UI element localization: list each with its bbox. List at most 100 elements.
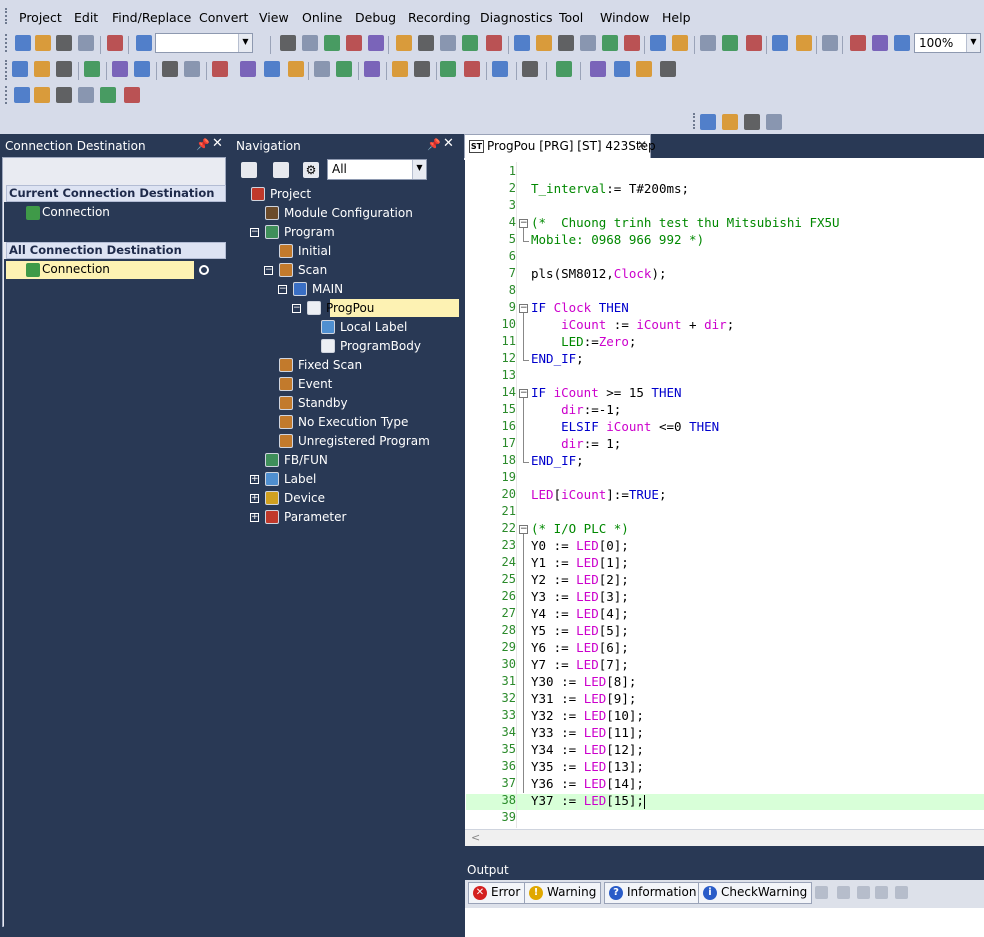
undefined-tool-12-icon[interactable] — [212, 61, 228, 77]
toolbar-grip[interactable] — [5, 86, 7, 104]
undefined-tool-5-icon[interactable] — [107, 35, 123, 51]
undefined-tool-25-icon[interactable] — [602, 35, 618, 51]
tree-item-progpou[interactable]: − ProgPou — [233, 299, 459, 317]
undefined-tool-31-icon[interactable] — [700, 35, 716, 51]
tree-item-standby[interactable]: Standby — [233, 394, 456, 412]
tree-item-program[interactable]: − Program — [233, 223, 456, 241]
horizontal-scrollbar[interactable]: < — [465, 829, 984, 846]
undefined-tool-6-icon[interactable] — [112, 61, 128, 77]
pin-icon[interactable]: 📌 — [196, 138, 210, 151]
menu-item-recording[interactable]: Recording — [408, 10, 471, 25]
menu-item-project[interactable]: Project — [19, 10, 62, 25]
pin-icon[interactable]: 📌 — [427, 138, 441, 151]
tree-item-event[interactable]: Event — [233, 375, 456, 393]
menu-item-help[interactable]: Help — [662, 10, 691, 25]
undefined-tool-33-icon[interactable] — [746, 35, 762, 51]
undefined-tool-3-icon[interactable] — [78, 35, 94, 51]
undefined-tool-25-icon[interactable] — [440, 61, 456, 77]
undefined-tool-18-icon[interactable] — [462, 35, 478, 51]
tree-toggle-collapse-icon[interactable]: − — [264, 266, 273, 275]
menu-item-tool[interactable]: Tool — [559, 10, 583, 25]
collapse-tree-icon[interactable] — [273, 162, 289, 178]
chevron-down-icon[interactable]: ▼ — [238, 34, 252, 52]
undefined-tool-36-icon[interactable] — [636, 61, 652, 77]
chevron-down-icon[interactable]: ▼ — [966, 34, 980, 52]
undefined-tool-26-icon[interactable] — [624, 35, 640, 51]
gear-icon[interactable]: ⚙ — [303, 162, 319, 178]
undefined-tool-9-icon[interactable] — [162, 61, 178, 77]
undefined-tool-0-icon[interactable] — [14, 87, 30, 103]
tree-item-initial[interactable]: Initial — [233, 242, 456, 260]
undefined-tool-41-icon[interactable] — [872, 35, 888, 51]
tab-progpou[interactable]: ST ProgPou [PRG] [ST] 423Step ✕ — [464, 134, 656, 158]
undefined-tool-15-icon[interactable] — [396, 35, 412, 51]
undefined-tool-36-icon[interactable] — [796, 35, 812, 51]
toolbar-grip[interactable] — [693, 113, 695, 129]
tree-item-fixed-scan[interactable]: Fixed Scan — [233, 356, 456, 374]
undefined-tool-4-icon[interactable] — [84, 61, 100, 77]
output-tool-2-icon[interactable] — [857, 886, 870, 899]
menu-item-debug[interactable]: Debug — [355, 10, 396, 25]
chevron-down-icon[interactable]: ▼ — [412, 160, 426, 179]
close-icon[interactable]: ✕ — [212, 136, 223, 151]
undefined-tool-21-icon[interactable] — [514, 35, 530, 51]
tree-toggle-collapse-icon[interactable]: − — [292, 304, 301, 313]
tree-toggle-expand-icon[interactable]: + — [250, 494, 259, 503]
undefined-tool-34-icon[interactable] — [590, 61, 606, 77]
tree-item-main[interactable]: − MAIN — [233, 280, 456, 298]
menu-item-online[interactable]: Online — [302, 10, 342, 25]
undefined-tool-35-icon[interactable] — [772, 35, 788, 51]
undefined-tool-11-icon[interactable] — [324, 35, 340, 51]
tree-item-unregistered-program[interactable]: Unregistered Program — [233, 432, 456, 450]
undefined-tool-0-icon[interactable] — [12, 61, 28, 77]
undefined-tool-0-icon[interactable] — [700, 114, 716, 130]
undefined-tool-17-icon[interactable] — [314, 61, 330, 77]
menu-item-find-replace[interactable]: Find/Replace — [112, 10, 191, 25]
undefined-tool-3-icon[interactable] — [766, 114, 782, 130]
undefined-tool-17-icon[interactable] — [440, 35, 456, 51]
undefined-tool-40-icon[interactable] — [850, 35, 866, 51]
undefined-tool-38-icon[interactable] — [822, 35, 838, 51]
tree-item-device[interactable]: + Device — [233, 489, 456, 507]
tree-item-local-label[interactable]: Local Label — [233, 318, 456, 336]
undefined-tool-16-icon[interactable] — [418, 35, 434, 51]
undefined-tool-15-icon[interactable] — [288, 61, 304, 77]
sort-tree-icon[interactable] — [241, 162, 257, 178]
undefined-tool-10-icon[interactable] — [184, 61, 200, 77]
menu-grip[interactable] — [5, 8, 7, 24]
fold-collapse-icon[interactable]: − — [519, 219, 528, 228]
menu-item-view[interactable]: View — [259, 10, 289, 25]
fold-collapse-icon[interactable]: − — [519, 389, 528, 398]
output-tool-1-icon[interactable] — [837, 886, 850, 899]
output-tool-4-icon[interactable] — [895, 886, 908, 899]
undefined-tool-9-icon[interactable] — [280, 35, 296, 51]
undefined-tool-32-icon[interactable] — [722, 35, 738, 51]
output-filter-warning[interactable]: ! Warning — [524, 882, 602, 904]
close-icon[interactable]: ✕ — [637, 138, 647, 152]
tree-toggle-collapse-icon[interactable]: − — [278, 285, 287, 294]
tree-item-module-configuration[interactable]: Module Configuration — [233, 204, 456, 222]
undefined-tool-7-icon[interactable] — [136, 35, 152, 51]
nav-filter-combo[interactable]: All ▼ — [327, 159, 427, 180]
tree-toggle-collapse-icon[interactable]: − — [250, 228, 259, 237]
output-filter-checkwarning[interactable]: i CheckWarning — [698, 882, 813, 904]
undefined-tool-26-icon[interactable] — [464, 61, 480, 77]
toolbar-grip[interactable] — [5, 60, 7, 80]
undefined-tool-4-icon[interactable] — [100, 87, 116, 103]
tree-item-programbody[interactable]: ProgramBody — [233, 337, 456, 355]
undefined-tool-0-icon[interactable] — [15, 35, 31, 51]
undefined-tool-10-icon[interactable] — [302, 35, 318, 51]
tree-item-scan[interactable]: − Scan — [233, 261, 456, 279]
undefined-tool-28-icon[interactable] — [650, 35, 666, 51]
all-connection-item[interactable]: Connection — [6, 261, 194, 279]
undefined-tool-23-icon[interactable] — [558, 35, 574, 51]
current-connection-item[interactable]: Connection — [6, 204, 194, 222]
undefined-tool-3-icon[interactable] — [78, 87, 94, 103]
output-tool-3-icon[interactable] — [875, 886, 888, 899]
tree-item-label[interactable]: + Label — [233, 470, 456, 488]
zoom-combo[interactable]: 100% ▼ — [914, 33, 981, 53]
output-filter-error[interactable]: ✕ Error — [468, 882, 526, 904]
close-icon[interactable]: ✕ — [443, 136, 454, 151]
undefined-tool-23-icon[interactable] — [414, 61, 430, 77]
program-filter-combo[interactable]: ▼ — [155, 33, 253, 53]
